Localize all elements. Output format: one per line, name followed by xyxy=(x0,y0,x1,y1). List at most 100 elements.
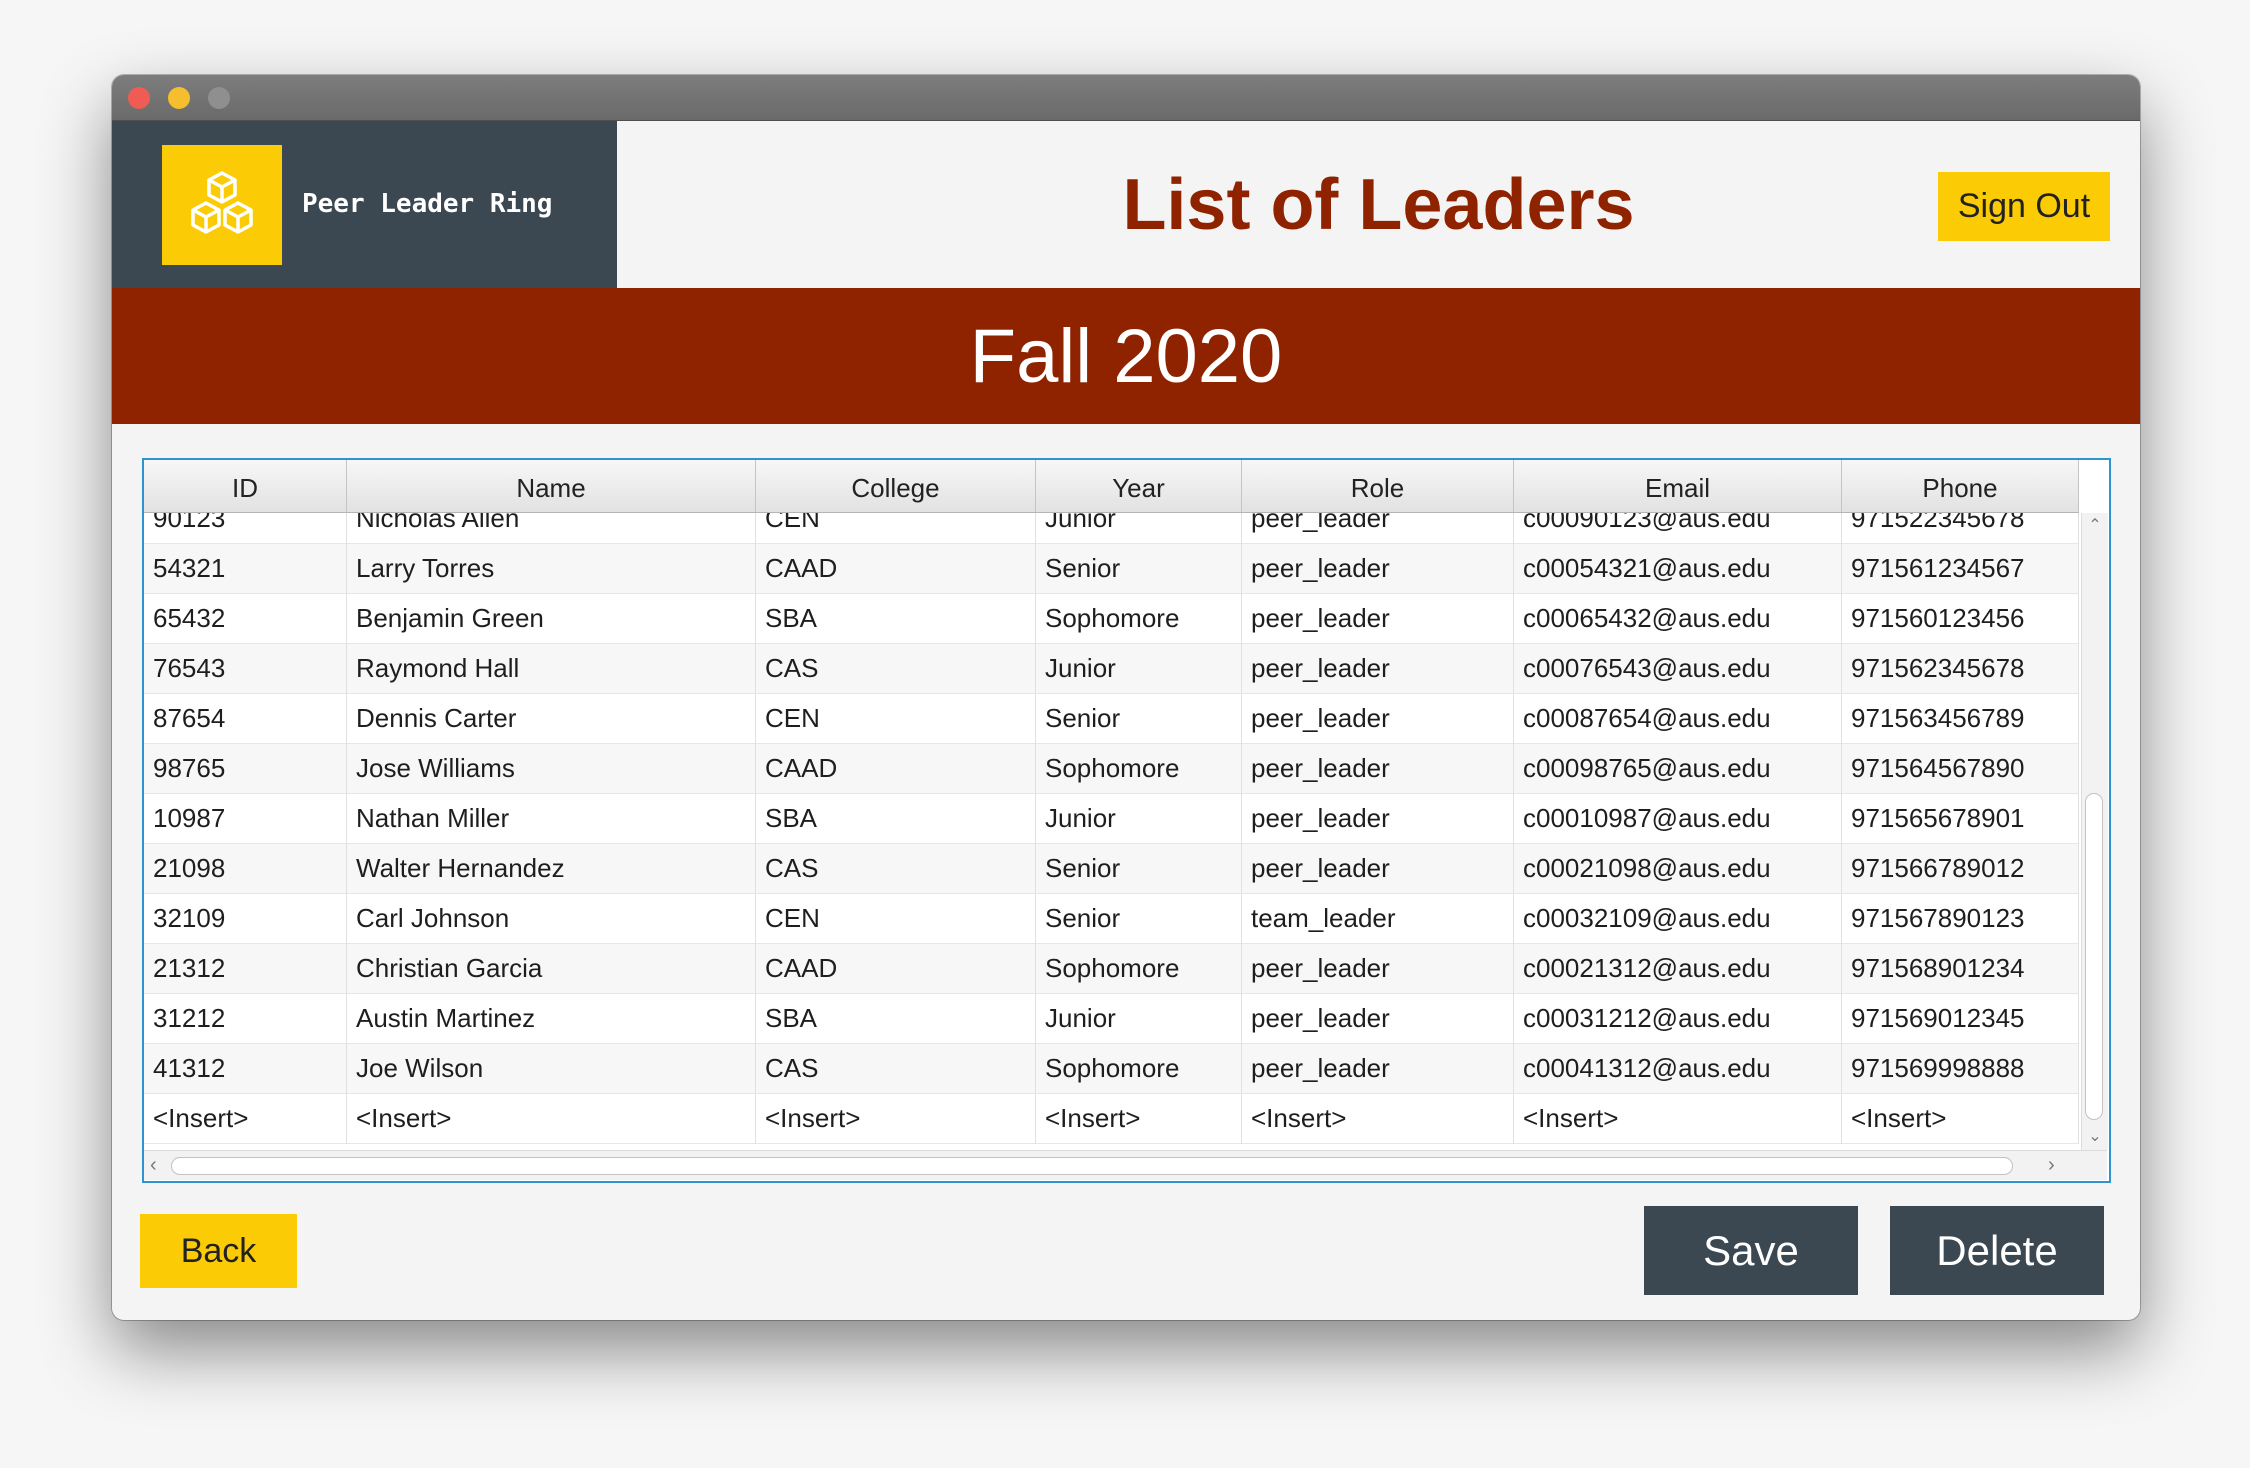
table-cell-id[interactable]: 41312 xyxy=(144,1044,347,1094)
chevron-right-icon[interactable]: › xyxy=(2048,1154,2055,1177)
table-cell-email[interactable]: c00098765@aus.edu xyxy=(1514,744,1842,794)
table-cell-phone[interactable]: 971564567890 xyxy=(1842,744,2079,794)
back-button[interactable]: Back xyxy=(140,1214,297,1288)
table-cell-phone[interactable]: 971565678901 xyxy=(1842,794,2079,844)
table-cell-college[interactable]: SBA xyxy=(756,994,1036,1044)
table-cell-email[interactable]: c00031212@aus.edu xyxy=(1514,994,1842,1044)
table-cell-role[interactable]: peer_leader xyxy=(1242,694,1514,744)
table-cell-phone[interactable]: 971566789012 xyxy=(1842,844,2079,894)
table-cell-name[interactable]: Dennis Carter xyxy=(347,694,756,744)
table-cell-id[interactable]: 90123 xyxy=(144,513,347,544)
table-cell-phone[interactable]: 971560123456 xyxy=(1842,594,2079,644)
maximize-window-button[interactable] xyxy=(208,87,230,109)
vertical-scroll-thumb[interactable] xyxy=(2085,793,2103,1120)
table-cell-college[interactable]: CEN xyxy=(756,513,1036,544)
table-cell-email[interactable]: c00010987@aus.edu xyxy=(1514,794,1842,844)
column-header-phone[interactable]: Phone xyxy=(1842,460,2079,512)
save-button[interactable]: Save xyxy=(1644,1206,1858,1295)
table-cell-name[interactable]: Austin Martinez xyxy=(347,994,756,1044)
minimize-window-button[interactable] xyxy=(168,87,190,109)
table-cell-id[interactable]: 10987 xyxy=(144,794,347,844)
table-cell-phone[interactable]: 971562345678 xyxy=(1842,644,2079,694)
table-row[interactable]: 21098 Walter Hernandez CAS Senior peer_leade… xyxy=(144,844,2079,894)
table-cell-year[interactable]: Junior xyxy=(1036,794,1242,844)
table-cell-year[interactable]: Senior xyxy=(1036,844,1242,894)
table-cell-year[interactable]: Senior xyxy=(1036,894,1242,944)
table-row[interactable]: 31212 Austin Martinez SBA Junior peer_leader… xyxy=(144,994,2079,1044)
table-cell-role[interactable]: peer_leader xyxy=(1242,644,1514,694)
table-cell-college[interactable]: SBA xyxy=(756,794,1036,844)
table-cell-role[interactable]: peer_leader xyxy=(1242,794,1514,844)
table-cell-id[interactable]: 98765 xyxy=(144,744,347,794)
sign-out-button[interactable]: Sign Out xyxy=(1938,172,2110,241)
table-cell-id[interactable]: 32109 xyxy=(144,894,347,944)
horizontal-scroll-thumb[interactable] xyxy=(171,1157,2013,1175)
column-header-name[interactable]: Name xyxy=(347,460,756,512)
table-cell-email[interactable]: <Insert> xyxy=(1514,1094,1842,1144)
table-cell-phone[interactable]: 971569998888 xyxy=(1842,1044,2079,1094)
chevron-down-icon[interactable]: ⌄ xyxy=(2082,1126,2108,1146)
column-header-year[interactable]: Year xyxy=(1036,460,1242,512)
table-cell-id[interactable]: 54321 xyxy=(144,544,347,594)
table-row[interactable]: 98765 Jose Williams CAAD Sophomore peer_lead… xyxy=(144,744,2079,794)
table-cell-email[interactable]: c00076543@aus.edu xyxy=(1514,644,1842,694)
table-cell-role[interactable]: peer_leader xyxy=(1242,544,1514,594)
table-cell-name[interactable]: Christian Garcia xyxy=(347,944,756,994)
table-cell-name[interactable]: <Insert> xyxy=(347,1094,756,1144)
table-cell-year[interactable]: Sophomore xyxy=(1036,594,1242,644)
table-cell-college[interactable]: SBA xyxy=(756,594,1036,644)
table-cell-year[interactable]: Junior xyxy=(1036,513,1242,544)
table-cell-phone[interactable]: 971563456789 xyxy=(1842,694,2079,744)
table-cell-id[interactable]: 65432 xyxy=(144,594,347,644)
table-cell-college[interactable]: CAS xyxy=(756,1044,1036,1094)
chevron-left-icon[interactable]: ‹ xyxy=(150,1154,157,1177)
table-cell-year[interactable]: <Insert> xyxy=(1036,1094,1242,1144)
table-cell-college[interactable]: CEN xyxy=(756,894,1036,944)
horizontal-scrollbar[interactable]: ‹ › xyxy=(144,1150,2107,1180)
close-window-button[interactable] xyxy=(128,87,150,109)
table-cell-name[interactable]: Benjamin Green xyxy=(347,594,756,644)
table-cell-college[interactable]: CAS xyxy=(756,644,1036,694)
table-cell-phone[interactable]: 971561234567 xyxy=(1842,544,2079,594)
table-cell-name[interactable]: Jose Williams xyxy=(347,744,756,794)
table-cell-year[interactable]: Sophomore xyxy=(1036,1044,1242,1094)
table-cell-id[interactable]: 76543 xyxy=(144,644,347,694)
table-cell-phone[interactable]: 971567890123 xyxy=(1842,894,2079,944)
table-cell-phone[interactable]: <Insert> xyxy=(1842,1094,2079,1144)
table-cell-college[interactable]: CAS xyxy=(756,844,1036,894)
table-row[interactable]: 87654 Dennis Carter CEN Senior peer_leader c0… xyxy=(144,694,2079,744)
table-cell-name[interactable]: Carl Johnson xyxy=(347,894,756,944)
table-row[interactable]: 32109 Carl Johnson CEN Senior team_leader c00… xyxy=(144,894,2079,944)
table-cell-name[interactable]: Larry Torres xyxy=(347,544,756,594)
table-cell-role[interactable]: <Insert> xyxy=(1242,1094,1514,1144)
table-cell-name[interactable]: Joe Wilson xyxy=(347,1044,756,1094)
table-cell-role[interactable]: peer_leader xyxy=(1242,994,1514,1044)
table-cell-role[interactable]: peer_leader xyxy=(1242,844,1514,894)
table-row[interactable]: 10987 Nathan Miller SBA Junior peer_leader c0… xyxy=(144,794,2079,844)
table-cell-role[interactable]: peer_leader xyxy=(1242,944,1514,994)
table-row[interactable]: 21312 Christian Garcia CAAD Sophomore peer_l… xyxy=(144,944,2079,994)
table-cell-name[interactable]: Raymond Hall xyxy=(347,644,756,694)
table-cell-id[interactable]: <Insert> xyxy=(144,1094,347,1144)
table-cell-email[interactable]: c00054321@aus.edu xyxy=(1514,544,1842,594)
table-cell-email[interactable]: c00021312@aus.edu xyxy=(1514,944,1842,994)
table-cell-college[interactable]: <Insert> xyxy=(756,1094,1036,1144)
table-cell-year[interactable]: Sophomore xyxy=(1036,944,1242,994)
table-row[interactable]: 54321 Larry Torres CAAD Senior peer_leader c0… xyxy=(144,544,2079,594)
table-cell-college[interactable]: CAAD xyxy=(756,544,1036,594)
table-cell-email[interactable]: c00032109@aus.edu xyxy=(1514,894,1842,944)
table-cell-phone[interactable]: 971569012345 xyxy=(1842,994,2079,1044)
table-row[interactable]: 90123 Nicholas Allen CEN Junior peer_leader c… xyxy=(144,513,2079,544)
table-row[interactable]: 41312 Joe Wilson CAS Sophomore peer_leader c0… xyxy=(144,1044,2079,1094)
table-cell-email[interactable]: c00087654@aus.edu xyxy=(1514,694,1842,744)
table-cell-name[interactable]: Nicholas Allen xyxy=(347,513,756,544)
table-cell-role[interactable]: team_leader xyxy=(1242,894,1514,944)
table-cell-email[interactable]: c00090123@aus.edu xyxy=(1514,513,1842,544)
table-cell-email[interactable]: c00021098@aus.edu xyxy=(1514,844,1842,894)
column-header-email[interactable]: Email xyxy=(1514,460,1842,512)
table-cell-role[interactable]: peer_leader xyxy=(1242,1044,1514,1094)
table-cell-id[interactable]: 21098 xyxy=(144,844,347,894)
table-cell-college[interactable]: CAAD xyxy=(756,744,1036,794)
table-cell-email[interactable]: c00065432@aus.edu xyxy=(1514,594,1842,644)
table-cell-role[interactable]: peer_leader xyxy=(1242,513,1514,544)
